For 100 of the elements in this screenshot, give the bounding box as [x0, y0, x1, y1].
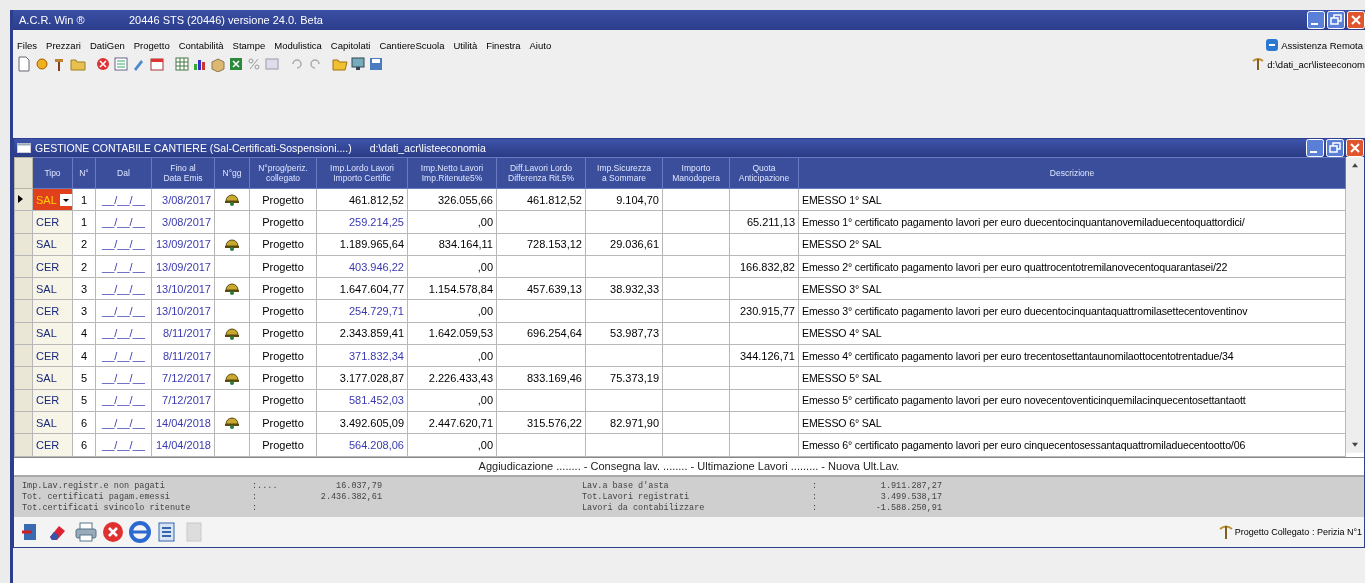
- helmet-icon: [224, 191, 240, 207]
- table-cell: 4: [72, 322, 96, 345]
- column-header[interactable]: Imp.Lordo Lavori Importo Certific: [316, 157, 408, 189]
- column-header[interactable]: Tipo: [32, 157, 73, 189]
- restore-button[interactable]: [1327, 11, 1345, 29]
- menu-item[interactable]: Utilità: [453, 39, 478, 51]
- undo-icon[interactable]: [289, 56, 305, 72]
- pickaxe-icon: [1251, 57, 1266, 71]
- menu-item[interactable]: Progetto: [133, 39, 170, 51]
- menu-item[interactable]: Stampe: [232, 39, 266, 51]
- table-cell: __/__/__: [95, 389, 152, 412]
- table-cell: 728.153,12: [496, 233, 586, 256]
- menu-item[interactable]: Files: [17, 39, 38, 51]
- table-cell: 38.932,33: [585, 277, 663, 300]
- close-button[interactable]: [1347, 11, 1365, 29]
- column-header[interactable]: N°prog/periz. collegato: [249, 157, 317, 189]
- close-circle-icon[interactable]: [101, 519, 125, 544]
- summary-value: 3.499.538,17: [879, 491, 942, 502]
- table-cell: Progetto: [249, 366, 317, 390]
- table-cell: EMESSO 4° SAL: [798, 322, 1346, 345]
- table-cell: 166.832,82: [729, 255, 799, 278]
- table-cell: 2.447.620,71: [407, 411, 497, 434]
- redo-icon[interactable]: [307, 56, 323, 72]
- list-icon[interactable]: [113, 56, 129, 72]
- printer-icon[interactable]: [74, 519, 98, 544]
- restore-button[interactable]: [1326, 139, 1344, 157]
- summary-value: 2.436.382,61: [319, 491, 382, 502]
- child-window-title: GESTIONE CONTABILE CANTIERE (Sal-Certificati-Sospensioni....): [35, 142, 352, 154]
- table-cell: Emesso 1° certificato pagamento lavori per euro duecentocinquantanovemiladuecentoquattordici/: [798, 210, 1346, 234]
- table-cell: __/__/__: [95, 366, 152, 390]
- summary-separator: :: [812, 491, 819, 502]
- menu-item[interactable]: Finestra: [486, 39, 521, 51]
- column-header[interactable]: Imp.Sicurezza a Sommare: [585, 157, 663, 189]
- table-cell: 326.055,66: [407, 188, 497, 211]
- table-cell: 8/11/2017: [151, 344, 215, 367]
- summary-label: Imp.Lav.registr.e non pagati: [22, 480, 166, 491]
- summary-separator: :: [812, 480, 819, 491]
- table-cell: 2: [72, 255, 96, 278]
- menu-item[interactable]: Aiuto: [529, 39, 552, 51]
- menu-item[interactable]: Contabilità: [178, 39, 224, 51]
- column-header[interactable]: Descrizione: [798, 157, 1346, 189]
- child-window-path: d:\dati_acr\listeeconomia: [369, 142, 486, 154]
- summary-value: 1.911.287,27: [879, 480, 942, 491]
- table-cell: 13/09/2017: [151, 255, 215, 278]
- table-cell: Emesso 2° certificato pagamento lavori per euro quattrocentotremilanovecentoquarantasei/22: [798, 255, 1346, 278]
- minimize-button[interactable]: [1307, 11, 1325, 29]
- table-cell: 1: [72, 210, 96, 234]
- table-cell: 1.189.965,64: [316, 233, 408, 256]
- table-cell: 230.915,77: [729, 300, 799, 323]
- table-cell: ,00: [407, 300, 497, 323]
- save-icon[interactable]: [368, 56, 384, 72]
- table-cell: Progetto: [249, 277, 317, 300]
- column-header[interactable]: Fino al Data Emis: [151, 157, 215, 189]
- excel-icon[interactable]: [228, 56, 244, 72]
- table-cell: 2.226.433,43: [407, 366, 497, 390]
- menu-item[interactable]: Modulistica: [274, 39, 322, 51]
- remote-assistance-link[interactable]: Assistenza Remota: [1265, 38, 1365, 52]
- table-icon[interactable]: [174, 56, 190, 72]
- table-cell: 1: [72, 188, 96, 211]
- column-header[interactable]: Diff.Lavori Lordo Differenza Rit.5%: [496, 157, 586, 189]
- summary-label: Tot.certificati svincolo ritenute: [22, 502, 192, 513]
- summary-label: Tot. certificati pagam.emessi: [22, 491, 171, 502]
- column-header[interactable]: N°: [72, 157, 96, 189]
- table-cell: 13/10/2017: [151, 300, 215, 323]
- menu-item[interactable]: Capitolati: [330, 39, 371, 51]
- table-cell: 14/04/2018: [151, 433, 215, 457]
- column-header[interactable]: N°gg: [214, 157, 250, 189]
- summary-label: Lavori da contabilizzare: [582, 502, 706, 513]
- table-cell: 581.452,03: [316, 389, 408, 412]
- column-header[interactable]: Dal: [95, 157, 152, 189]
- table-cell: Progetto: [249, 210, 317, 234]
- summary-value: -1.588.250,91: [874, 502, 942, 513]
- document-icon[interactable]: [16, 56, 32, 72]
- table-cell: __/__/__: [95, 344, 152, 367]
- table-cell: 457.639,13: [496, 277, 586, 300]
- menu-item[interactable]: CantiereScuola: [379, 39, 445, 51]
- calendar-icon[interactable]: [149, 56, 165, 72]
- table-cell: 564.208,06: [316, 433, 408, 457]
- table-cell: 13/10/2017: [151, 277, 215, 300]
- column-header[interactable]: Imp.Netto Lavori Imp.Ritenute5%: [407, 157, 497, 189]
- table-cell: __/__/__: [95, 277, 152, 300]
- table-cell: 461.812,52: [496, 188, 586, 211]
- menu-item[interactable]: Prezzari: [46, 39, 81, 51]
- sun-icon[interactable]: [34, 56, 50, 72]
- table-cell: 5: [72, 366, 96, 390]
- helmet-icon: [224, 414, 240, 430]
- minimize-button[interactable]: [1306, 139, 1324, 157]
- table-cell: __/__/__: [95, 188, 152, 211]
- table-cell: Progetto: [249, 233, 317, 256]
- column-header[interactable]: Importo Manodopera: [662, 157, 730, 189]
- table-cell: Progetto: [249, 188, 317, 211]
- table-cell: 2: [72, 233, 96, 256]
- menu-item[interactable]: DatiGen: [89, 39, 125, 51]
- close-circle-icon[interactable]: [95, 56, 111, 72]
- table-cell: __/__/__: [95, 433, 152, 457]
- close-button[interactable]: [1346, 139, 1364, 157]
- table-cell: 5: [72, 389, 96, 412]
- table-cell: 1.647.604,77: [316, 277, 408, 300]
- table-cell: Progetto: [249, 300, 317, 323]
- column-header[interactable]: Quota Anticipazione: [729, 157, 799, 189]
